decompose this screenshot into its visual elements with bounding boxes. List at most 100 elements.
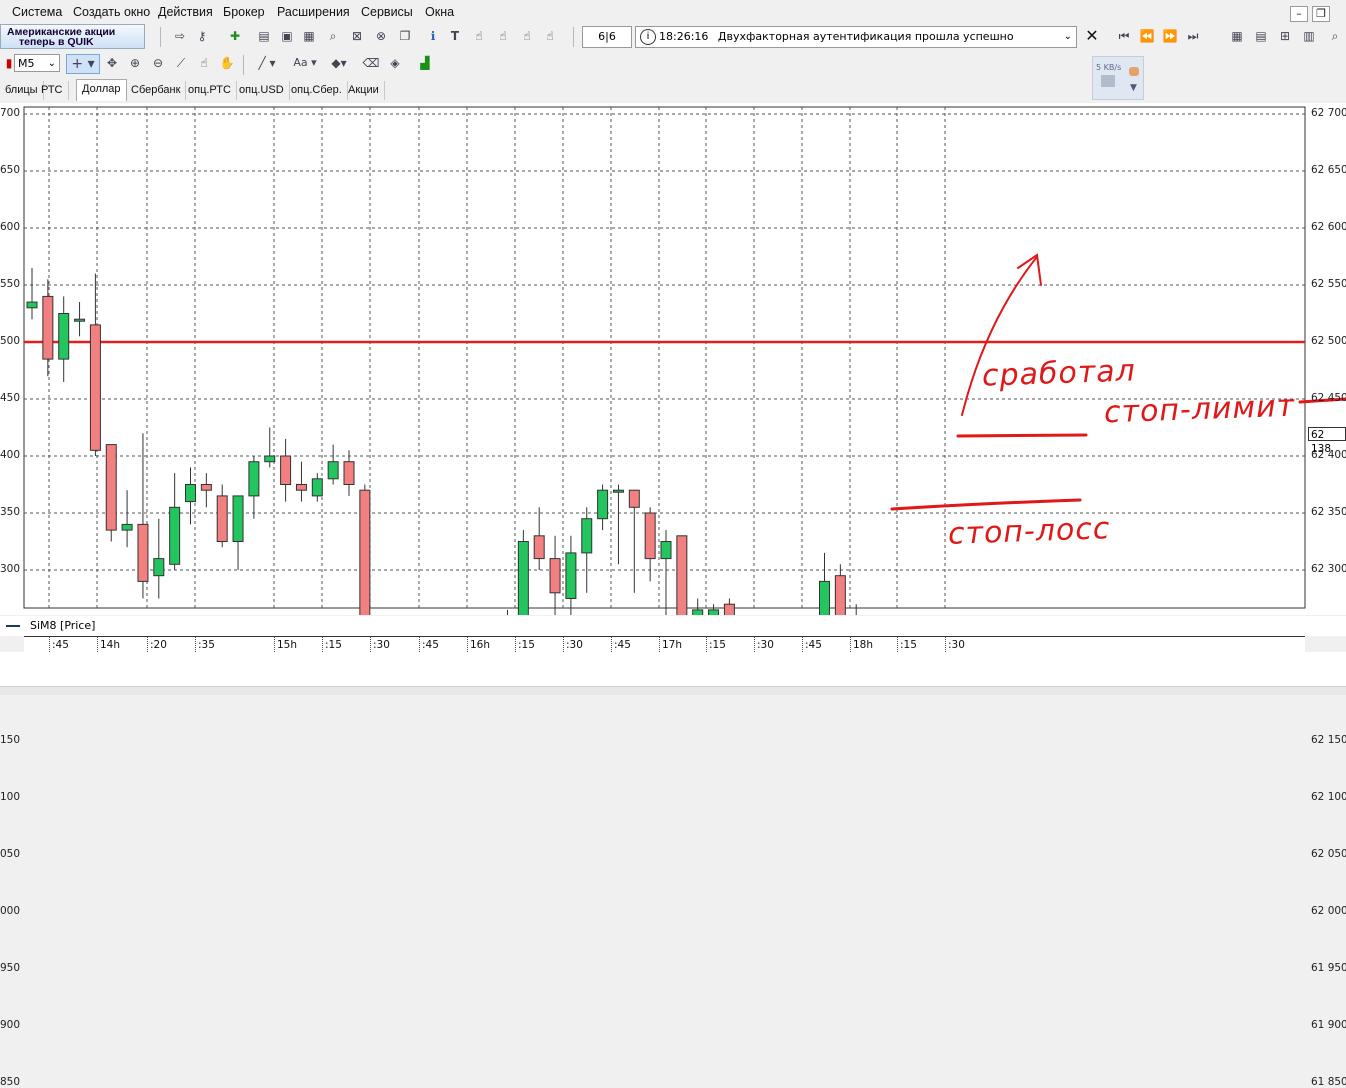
calendar-icon[interactable]: ▤	[1252, 27, 1270, 45]
message-counter[interactable]: 6|6	[582, 26, 632, 48]
chevron-down-icon[interactable]: ⌄	[1064, 27, 1072, 47]
menu-system[interactable]: Система	[12, 5, 62, 19]
time-tick-label: :30	[373, 639, 390, 651]
fill-tool-icon[interactable]: ◆▾	[326, 54, 352, 72]
menu-actions[interactable]: Действия	[158, 5, 213, 19]
stop-limit-mark	[956, 433, 1088, 438]
candle-body	[581, 518, 593, 554]
price-tick-label: 62 350	[1311, 506, 1346, 518]
table-icon[interactable]: ▤	[255, 27, 273, 45]
left-price-tick-label: 500	[0, 335, 21, 347]
log-icon[interactable]: ▥	[1300, 27, 1318, 45]
hand-sell-icon[interactable]: ☝	[494, 27, 512, 45]
heart-icon	[1129, 67, 1139, 76]
hand-pointer-icon[interactable]: ☝	[195, 54, 213, 72]
restore-button[interactable]: ❐	[1312, 6, 1330, 22]
time-tick	[49, 637, 51, 652]
remove-icon[interactable]: ⊗	[372, 27, 390, 45]
prev-icon[interactable]: ⏪	[1138, 27, 1156, 45]
first-icon[interactable]: ⏮	[1115, 27, 1133, 45]
left-price-tick-label: 450	[0, 392, 21, 404]
eraser-icon[interactable]: ⌫	[362, 54, 380, 72]
candle	[359, 484, 371, 615]
next-icon[interactable]: ⏩	[1161, 27, 1179, 45]
chevron-down-icon: ⌄	[47, 58, 56, 69]
tab-opt-usd[interactable]: опц.USD	[234, 81, 290, 100]
timeframe-value: M5	[18, 57, 35, 70]
price-tick-label: 62 150	[1311, 734, 1346, 746]
tab-stocks[interactable]: Акции	[343, 81, 385, 100]
price-tick-label: 62 650	[1311, 164, 1346, 176]
time-tick	[706, 637, 708, 652]
price-tick-label: 62 500	[1311, 335, 1346, 347]
hand-stop-icon[interactable]: ☝	[518, 27, 536, 45]
crosshair-tool-icon[interactable]: + ▾	[66, 54, 100, 74]
settings-table-icon[interactable]: ⊞	[1276, 27, 1294, 45]
promo-line2: теперь в QUIK	[19, 36, 94, 48]
time-tick	[274, 637, 276, 652]
candle	[105, 444, 117, 542]
zoom-out-icon[interactable]: ⊖	[149, 54, 167, 72]
chevron-down-icon[interactable]: ▼	[1130, 83, 1137, 93]
search-icon[interactable]: ⌕	[1326, 27, 1344, 45]
arrow-icon[interactable]: ⇨	[171, 27, 189, 45]
time-tick-label: :45	[614, 639, 631, 651]
menu-services[interactable]: Сервисы	[361, 5, 413, 19]
time-tick-label: :15	[900, 639, 917, 651]
price-tick-label: 61 850	[1311, 1076, 1346, 1088]
candle-body	[121, 523, 133, 531]
zoom-in-icon[interactable]: ⊕	[126, 54, 144, 72]
time-tick-label: :30	[757, 639, 774, 651]
timeframe-select[interactable]: M5 ⌄	[14, 54, 60, 72]
move-icon[interactable]: ✥	[103, 54, 121, 72]
promo-banner[interactable]: Американские акции теперь в QUIK	[0, 24, 145, 49]
time-tick	[322, 637, 324, 652]
layers-icon[interactable]: ◈	[386, 54, 404, 72]
key-icon[interactable]: ⚷	[193, 27, 211, 45]
menu-windows[interactable]: Окна	[425, 5, 454, 19]
candle-body	[612, 489, 624, 493]
menu-extensions[interactable]: Расширения	[277, 5, 350, 19]
candle-body	[327, 461, 339, 480]
hand-pan-icon[interactable]: ✋	[218, 54, 236, 72]
tab-sberbank[interactable]: Сбербанк	[126, 81, 187, 100]
ruler-icon[interactable]: ⟋	[172, 54, 190, 72]
price-chart[interactable]	[0, 103, 1346, 615]
tab-opt-rts[interactable]: опц.РТС	[183, 81, 237, 100]
menu-new-window[interactable]: Создать окно	[73, 5, 150, 19]
menu-broker[interactable]: Брокер	[223, 5, 265, 19]
time-tick	[370, 637, 372, 652]
search-table-icon[interactable]: ⌕	[324, 27, 342, 45]
add-icon[interactable]: ✚	[226, 27, 244, 45]
info-icon[interactable]: ℹ	[424, 27, 442, 45]
close-icon[interactable]: ✕	[1083, 27, 1101, 45]
candle-body	[311, 478, 323, 497]
time-tick	[515, 637, 517, 652]
chart-tool-icon[interactable]: ▦	[1228, 27, 1246, 45]
price-tick-label: 62 550	[1311, 278, 1346, 290]
window-icon[interactable]: ▣	[278, 27, 296, 45]
candle-body	[565, 552, 577, 599]
delete-table-icon[interactable]: ⊠	[348, 27, 366, 45]
minimize-button[interactable]: –	[1290, 6, 1308, 22]
hand-buy-icon[interactable]: ☝	[470, 27, 488, 45]
menu-bar: Система Создать окно Действия Брокер Рас…	[0, 0, 1346, 24]
line-tool-icon[interactable]: ╱ ▾	[252, 54, 282, 72]
font-tool[interactable]: Aa ▾	[288, 54, 322, 72]
tab-opt-sber[interactable]: опц.Сбер.	[286, 81, 348, 100]
time-tick-label: 16h	[470, 639, 491, 651]
candle-body	[105, 444, 117, 531]
time-tick	[147, 637, 149, 652]
copy-icon[interactable]: ❐	[396, 27, 414, 45]
chart-window-icon[interactable]: ▦	[300, 27, 318, 45]
chart-legend[interactable]: SiM8 [Price]	[0, 616, 1346, 636]
time-tick	[563, 637, 565, 652]
hand-cancel-icon[interactable]: ☝	[541, 27, 559, 45]
tab-rts[interactable]: РТС	[36, 81, 69, 100]
text-tool-icon[interactable]: T	[446, 27, 464, 45]
last-icon[interactable]: ⏭	[1184, 27, 1202, 45]
time-tick	[419, 637, 421, 652]
tab-dollar[interactable]: Доллар	[76, 79, 127, 101]
indicator-icon[interactable]: ▟	[416, 54, 434, 72]
status-message-combo[interactable]: i 18:26:16 Двухфакторная аутентификация п…	[635, 26, 1077, 48]
